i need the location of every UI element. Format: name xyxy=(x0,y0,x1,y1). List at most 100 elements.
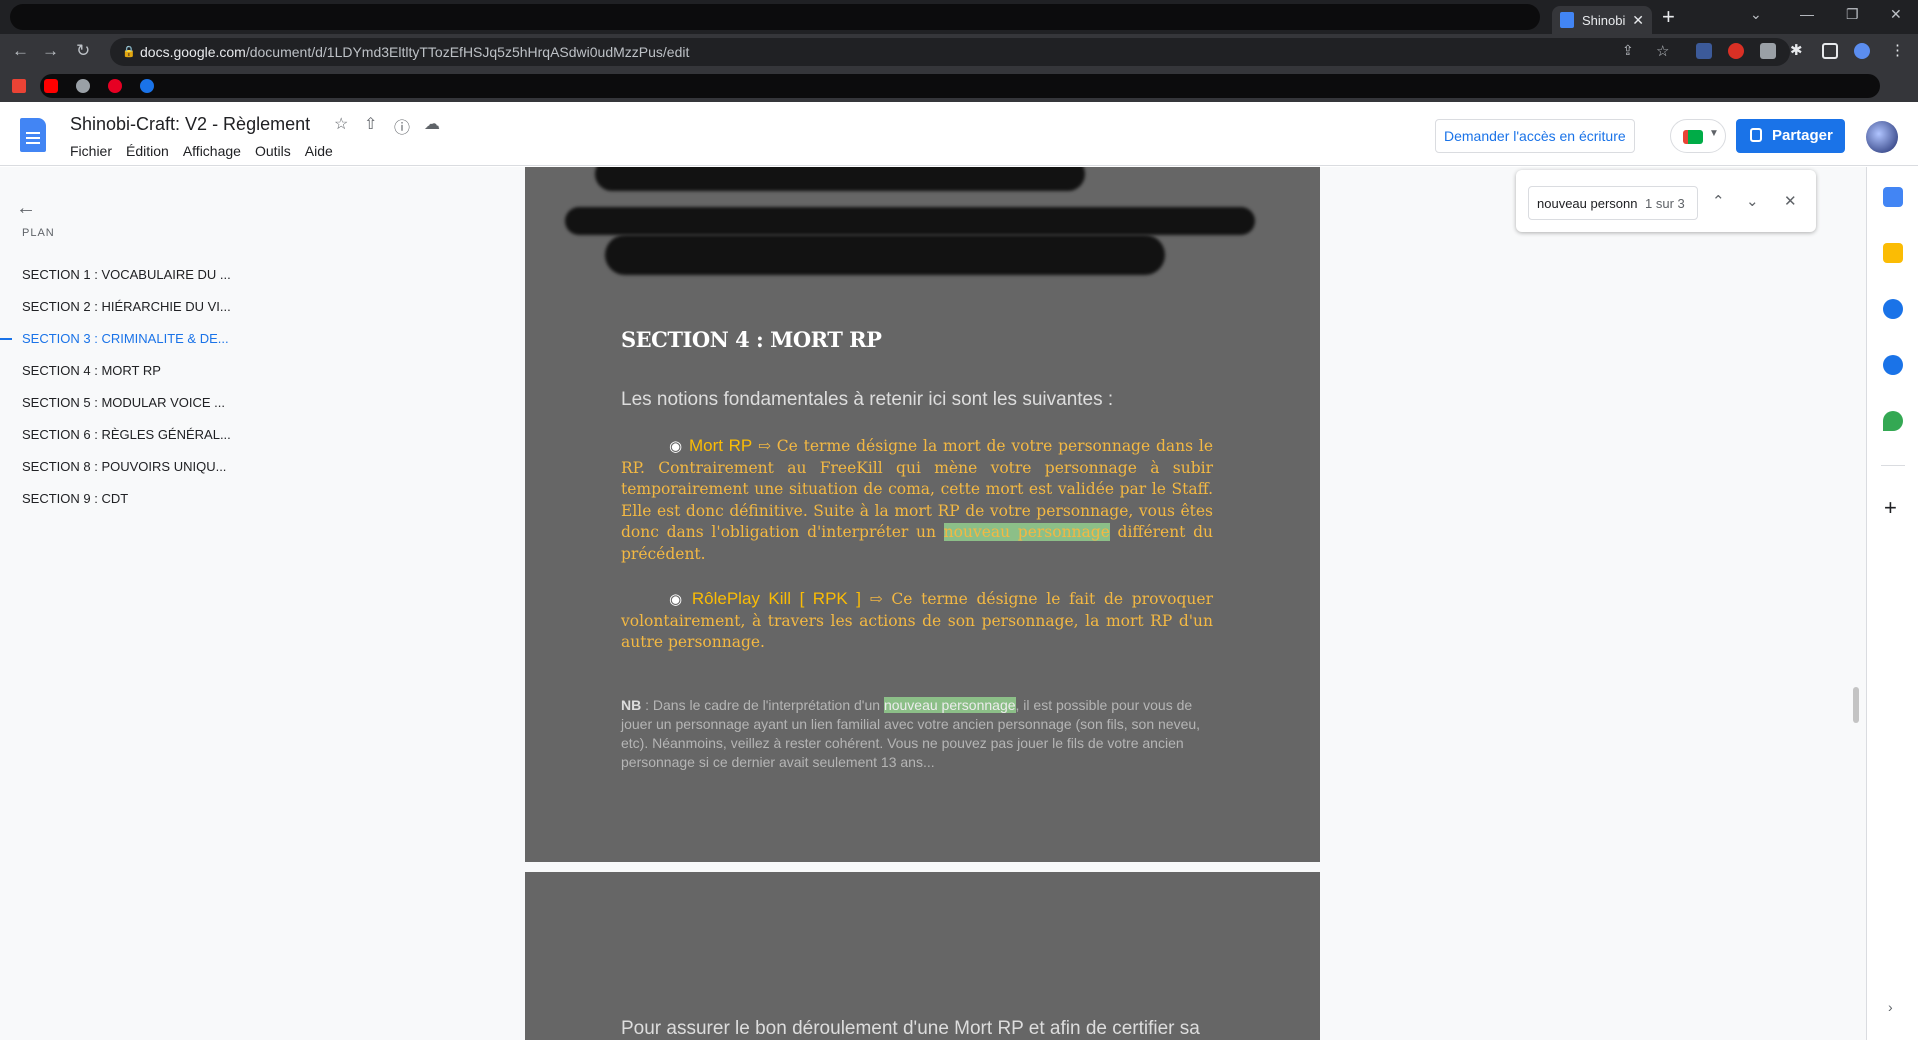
menu-affichage[interactable]: Affichage xyxy=(183,143,241,159)
menu-bar: Fichier Édition Affichage Outils Aide xyxy=(70,143,333,159)
meet-button[interactable]: ▼ xyxy=(1670,119,1726,153)
bookmark-star-icon[interactable]: ☆ xyxy=(1656,42,1672,60)
outline-item-section-5[interactable]: SECTION 5 : MODULAR VOICE ... xyxy=(0,387,260,419)
menu-outils[interactable]: Outils xyxy=(255,143,291,159)
term-mort-rp: Mort RP xyxy=(688,436,753,455)
active-tab-title: Shinobi xyxy=(1582,12,1626,28)
find-next-icon[interactable]: ⌄ xyxy=(1746,192,1759,210)
outline-panel: ← PLAN SECTION 1 : VOCABULAIRE DU ... SE… xyxy=(0,167,260,1040)
find-match-count: 1 sur 3 xyxy=(1641,196,1685,211)
nb-label: NB xyxy=(621,697,642,713)
docs-logo-icon[interactable] xyxy=(20,118,46,152)
outline-item-section-4[interactable]: SECTION 4 : MORT RP xyxy=(0,355,260,387)
menu-edition[interactable]: Édition xyxy=(126,143,169,159)
vertical-scrollbar[interactable] xyxy=(1853,687,1859,723)
nb-text: : Dans le cadre de l'interprétation d'un xyxy=(641,697,884,713)
new-tab-icon[interactable]: + xyxy=(1662,6,1675,28)
info-icon[interactable]: ⓘ xyxy=(394,114,410,138)
definition-mort-rp: ◉ Mort RP ⇨ Ce terme désigne la mort de v… xyxy=(621,435,1213,565)
profile-icon[interactable] xyxy=(1854,43,1870,59)
redaction-scribble xyxy=(605,235,1165,275)
puzzle-icon[interactable]: ✱ xyxy=(1790,41,1806,59)
restore-icon[interactable]: ❐ xyxy=(1846,6,1859,23)
outline-back-icon[interactable]: ← xyxy=(16,197,36,220)
docs-favicon-icon xyxy=(1560,12,1574,28)
document-title[interactable]: Shinobi-Craft: V2 - Règlement xyxy=(70,114,310,135)
calendar-icon[interactable] xyxy=(1883,187,1903,207)
star-icon[interactable]: ☆ xyxy=(334,114,348,134)
chevron-right-icon[interactable]: › xyxy=(1888,999,1893,1015)
nb-note: NB : Dans le cadre de l'interprétation d… xyxy=(621,696,1213,772)
window-close-icon[interactable]: ✕ xyxy=(1890,6,1902,23)
add-addon-icon[interactable]: + xyxy=(1884,495,1897,521)
find-bar: 1 sur 3 ⌃ ⌄ ✕ xyxy=(1516,170,1816,232)
redaction-scribble xyxy=(595,167,1085,191)
cloud-status-icon: ☁ xyxy=(424,116,440,133)
side-panel-divider xyxy=(1881,465,1905,466)
url-host: docs.google.com xyxy=(140,44,246,60)
arrow-icon: ⇨ xyxy=(758,437,771,455)
edge-bookmark-icon[interactable] xyxy=(140,79,154,93)
outline-item-section-2[interactable]: SECTION 2 : HIÉRARCHIE DU VI... xyxy=(0,291,260,323)
bookmarks-bar xyxy=(0,70,1918,102)
outline-item-section-8[interactable]: SECTION 8 : POUVOIRS UNIQU... xyxy=(0,451,260,483)
outline-list: SECTION 1 : VOCABULAIRE DU ... SECTION 2… xyxy=(0,259,260,515)
tab-close-icon[interactable]: ✕ xyxy=(1632,12,1644,29)
reload-icon[interactable]: ↻ xyxy=(76,42,90,60)
pinterest-bookmark-icon[interactable] xyxy=(108,79,122,93)
menu-fichier[interactable]: Fichier xyxy=(70,143,112,159)
share-button[interactable]: Partager xyxy=(1736,119,1845,153)
share-label: Partager xyxy=(1772,127,1833,144)
intro-text: Les notions fondamentales à retenir ici … xyxy=(621,389,1114,410)
meet-icon xyxy=(1683,130,1703,144)
adblock-icon[interactable] xyxy=(1728,43,1744,59)
extension-icon[interactable] xyxy=(1760,43,1776,59)
page2-paragraph: Pour assurer le bon déroulement d'une Mo… xyxy=(621,1018,1200,1039)
find-previous-icon[interactable]: ⌃ xyxy=(1712,192,1725,210)
avatar[interactable] xyxy=(1866,121,1898,153)
tab-search-icon[interactable]: ⌄ xyxy=(1750,6,1762,23)
youtube-bookmark-icon[interactable] xyxy=(44,79,58,93)
forward-icon[interactable]: → xyxy=(42,42,59,60)
globe-bookmark-icon[interactable] xyxy=(76,79,90,93)
browser-menu-icon[interactable]: ⋮ xyxy=(1890,41,1906,59)
section-heading: SECTION 4 : MORT RP xyxy=(621,327,882,352)
document-canvas: ← PLAN SECTION 1 : VOCABULAIRE DU ... SE… xyxy=(0,167,1866,1040)
outline-item-section-9[interactable]: SECTION 9 : CDT xyxy=(0,483,260,515)
keep-icon[interactable] xyxy=(1883,243,1903,263)
search-highlight: nouveau personnage xyxy=(883,697,1016,713)
outline-item-section-3[interactable]: SECTION 3 : CRIMINALITE & DE... xyxy=(0,323,260,355)
browser-tab-strip: Shinobi ✕ + ⌄ — ❐ ✕ xyxy=(0,0,1918,34)
move-icon[interactable]: ⇧ xyxy=(364,114,377,134)
side-panel-icon[interactable] xyxy=(1822,43,1838,59)
tasks-icon[interactable] xyxy=(1883,299,1903,319)
share-page-icon[interactable]: ⇪ xyxy=(1622,42,1638,58)
url-field[interactable]: 🔒 docs.google.com/document/d/1LDYmd3Eltlt… xyxy=(110,38,1790,66)
redaction-scribble xyxy=(565,207,1255,235)
document-page[interactable]: Pour assurer le bon déroulement d'une Mo… xyxy=(525,872,1320,1040)
outline-item-section-1[interactable]: SECTION 1 : VOCABULAIRE DU ... xyxy=(0,259,260,291)
document-page[interactable]: SECTION 4 : MORT RP Les notions fondamen… xyxy=(525,167,1320,862)
chevron-down-icon: ▼ xyxy=(1709,128,1719,139)
share-lock-icon xyxy=(1750,128,1762,142)
redacted-tabs xyxy=(10,4,1540,30)
menu-aide[interactable]: Aide xyxy=(305,143,333,159)
bullet-icon: ◉ xyxy=(669,590,686,608)
find-close-icon[interactable]: ✕ xyxy=(1784,192,1797,210)
request-edit-access-button[interactable]: Demander l'accès en écriture xyxy=(1435,119,1635,153)
maps-icon[interactable] xyxy=(1883,411,1903,431)
contacts-icon[interactable] xyxy=(1883,355,1903,375)
definition-rpk: ◉ RôlePlay Kill [ RPK ] ⇨ Ce terme désign… xyxy=(621,588,1213,654)
minimize-icon[interactable]: — xyxy=(1800,6,1814,22)
url-path: /document/d/1LDYmd3EltltyTTozEfHSJq5z5hH… xyxy=(245,44,690,60)
side-panel: + › xyxy=(1866,167,1918,1040)
outline-item-section-6[interactable]: SECTION 6 : RÈGLES GÉNÉRAL... xyxy=(0,419,260,451)
active-tab[interactable]: Shinobi ✕ xyxy=(1552,6,1652,34)
gmail-bookmark-icon[interactable] xyxy=(12,79,26,93)
outline-label: PLAN xyxy=(22,227,55,239)
flag-extension-icon[interactable] xyxy=(1696,43,1712,59)
back-icon[interactable]: ← xyxy=(12,42,29,60)
search-highlight: nouveau personnage xyxy=(943,523,1110,541)
bullet-icon: ◉ xyxy=(669,437,683,455)
address-bar-row: ← → ↻ 🔒 docs.google.com/document/d/1LDYmd… xyxy=(0,34,1918,70)
